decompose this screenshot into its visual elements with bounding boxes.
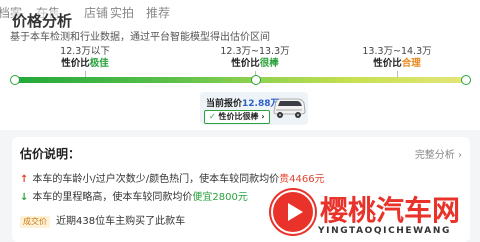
value-rating-text: 性价比很棒 <box>218 112 259 121</box>
play-icon <box>271 190 315 234</box>
price-analysis-panel: 档案 在售 店铺 实拍 推荐 价格分析 基于本车检测和行业数据，通过平台智能模型… <box>0 0 480 130</box>
deal-row[interactable]: 成交价 近期438位车主购买了此款车 <box>20 212 185 228</box>
price-range-high: 13.3万~14.3万 性价比合理 <box>352 46 442 77</box>
factor-row-up: ↑ 本车的车龄小/过户次数少/颜色热门，使本车较同款均价贵4466元 <box>20 170 325 185</box>
price-range-low: 12.3万以下 性价比极佳 <box>50 46 120 77</box>
car-thumbnail <box>273 98 306 118</box>
bar-end-marker <box>461 75 471 85</box>
tab-recommend[interactable]: 推荐 <box>146 4 170 21</box>
current-offer-card[interactable]: 当前报价12.88万 ✓ 性价比很棒 › <box>200 92 308 125</box>
price-gradient-bar <box>14 77 466 83</box>
value-rating-badge[interactable]: ✓ 性价比很棒 › <box>204 110 270 124</box>
range-price: 12.3万以下 <box>60 46 110 57</box>
watermark-logo: 樱桃汽车网 YINGTAOQICHEWANG <box>268 188 480 242</box>
factor-amount: 便宜2800元 <box>192 192 248 203</box>
range-price: 12.3万~13.3万 <box>220 46 290 57</box>
range-rating-em: 极佳 <box>89 58 109 69</box>
range-rating: 性价比合理 <box>352 58 442 70</box>
offer-price-label: 当前报价 <box>206 99 243 109</box>
factor-amount: 贵4466元 <box>279 174 325 185</box>
range-rating-prefix: 性价比 <box>373 58 402 69</box>
price-range-mid: 12.3万~13.3万 性价比很棒 <box>196 46 314 77</box>
range-rating-prefix: 性价比 <box>231 58 260 69</box>
factor-text: 本车的里程略高，使本车较同款均价 <box>32 192 193 203</box>
check-icon: ✓ <box>209 112 216 121</box>
card-title: 估价说明： <box>20 147 81 161</box>
range-rating-prefix: 性价比 <box>61 58 90 69</box>
factor-row-down: ↓ 本车的里程略高，使本车较同款均价便宜2800元 <box>20 188 248 203</box>
tab-photos[interactable]: 实拍 <box>110 4 134 21</box>
range-rating-em: 很棒 <box>259 58 279 69</box>
arrow-up-icon: ↑ <box>20 174 29 185</box>
current-price-marker <box>251 75 261 85</box>
offer-price: 当前报价12.88万 <box>206 96 279 109</box>
watermark-text-en: YINGTAOQICHEWANG <box>318 226 451 236</box>
range-rating: 性价比很棒 <box>196 58 314 70</box>
page-subtitle: 基于本车检测和行业数据，通过平台智能模型得出估价区间 <box>10 32 270 43</box>
bar-start-marker <box>10 75 20 85</box>
arrow-down-icon: ↓ <box>20 192 29 203</box>
deal-text: 近期438位车主购买了此款车 <box>56 216 186 227</box>
range-rating: 性价比极佳 <box>50 58 120 70</box>
range-rating-em: 合理 <box>401 58 421 69</box>
factor-text: 本车的车龄小/过户次数少/颜色热门，使本车较同款均价 <box>32 174 280 185</box>
full-analysis-link[interactable]: 完整分析 › <box>415 146 462 161</box>
chevron-right-icon: › <box>261 112 265 121</box>
tab-store[interactable]: 店铺 <box>84 4 108 21</box>
deal-price-badge: 成交价 <box>20 216 50 228</box>
watermark-text-cn: 樱桃汽车网 <box>320 194 461 227</box>
range-price: 13.3万~14.3万 <box>362 46 432 57</box>
